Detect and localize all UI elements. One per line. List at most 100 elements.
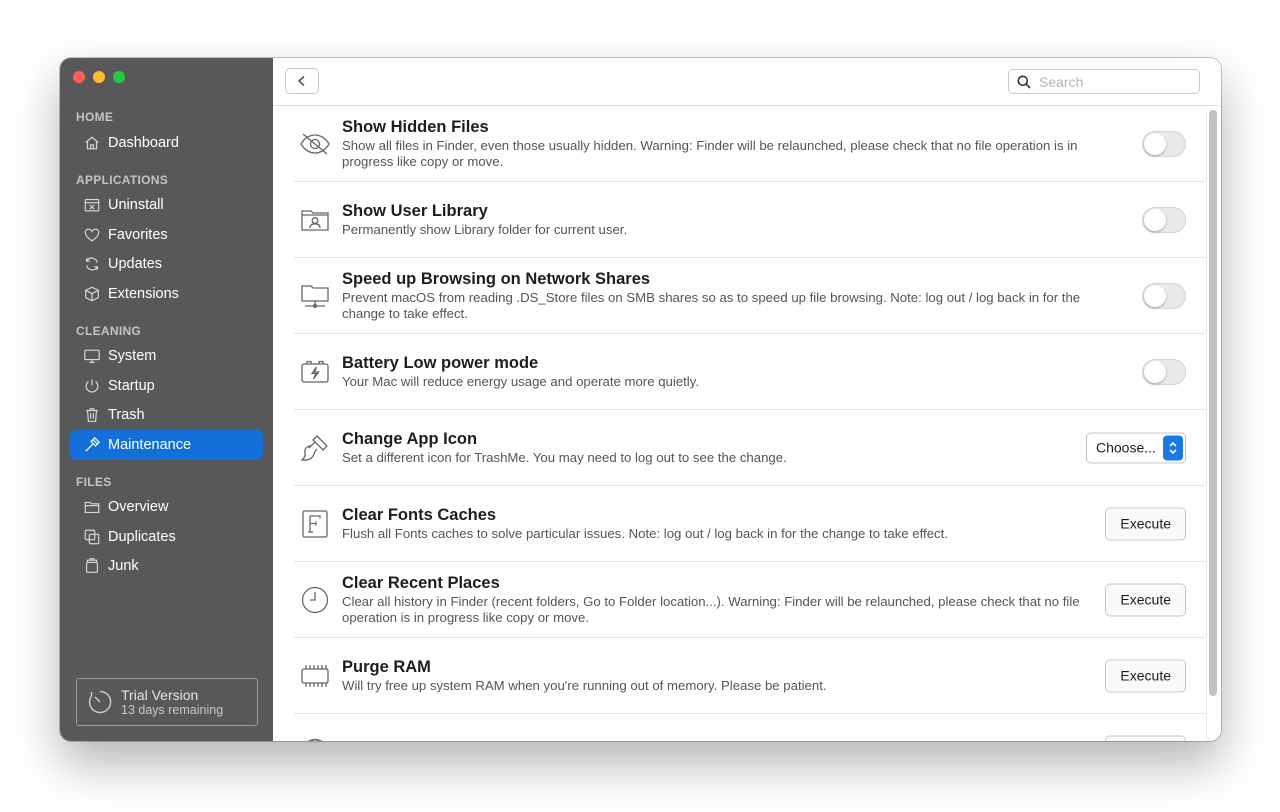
row-description: Set a different icon for TrashMe. You ma… <box>342 449 787 465</box>
sidebar-item-label: Overview <box>108 499 169 516</box>
row-title: Show User Library <box>342 201 488 220</box>
house-icon <box>82 133 102 153</box>
sidebar-item-dashboard[interactable]: Dashboard <box>70 128 263 158</box>
row-description: Clear all history in Finder (recent fold… <box>342 593 1080 625</box>
sidebar-item-startup[interactable]: Startup <box>70 371 263 401</box>
sidebar: HOME Dashboard APPLICATIONS Uninstall Favori… <box>60 58 273 741</box>
sidebar-section-title: APPLICATIONS <box>76 172 169 187</box>
junk-box-icon <box>82 556 102 576</box>
toggle-knob <box>1144 360 1166 383</box>
sidebar-item-uninstall[interactable]: Uninstall <box>70 191 263 221</box>
row-text: Battery Low power mode Your Mac will redu… <box>342 354 1125 390</box>
sidebar-item-trash[interactable]: Trash <box>70 401 263 431</box>
sidebar-item-label: Uninstall <box>108 197 164 214</box>
row-description: Permanently show Library folder for curr… <box>342 221 628 237</box>
maintenance-row: Purge RAM Will try free up system RAM whe… <box>294 638 1205 714</box>
maintenance-list: Show Hidden Files Show all files in Finde… <box>273 106 1205 741</box>
sidebar-item-label: Startup <box>108 377 155 394</box>
execute-button[interactable]: Execute <box>1105 507 1186 540</box>
clock-icon <box>298 583 332 617</box>
row-title: Clear Fonts Caches <box>342 505 497 524</box>
maintenance-row: Show Hidden Files Show all files in Finde… <box>294 106 1205 182</box>
app-window: HOME Dashboard APPLICATIONS Uninstall Favori… <box>60 58 1221 741</box>
execute-button[interactable]: Execute <box>1105 659 1186 692</box>
row-title: Change App Icon <box>342 429 478 448</box>
row-title: Speed up Browsing on Network Shares <box>342 269 651 288</box>
uninstall-icon <box>82 195 102 215</box>
network-monitor-icon <box>298 279 332 313</box>
row-description: Your Mac will reduce energy usage and op… <box>342 373 700 389</box>
search-input[interactable] <box>1039 73 1179 90</box>
sidebar-item-extensions[interactable]: Extensions <box>70 279 263 309</box>
globe-icon <box>298 735 332 741</box>
sidebar-item-overview[interactable]: Overview <box>70 493 263 523</box>
search-field[interactable] <box>1008 69 1200 94</box>
sidebar-item-duplicates[interactable]: Duplicates <box>70 522 263 552</box>
trial-version-panel[interactable]: Trial Version 13 days remaining <box>76 678 258 726</box>
toolbar <box>273 58 1221 106</box>
row-description: Prevent macOS from reading .DS_Store fil… <box>342 289 1081 321</box>
sidebar-item-system[interactable]: System <box>70 342 263 372</box>
main-content: Show Hidden FilesShow all files in Finde… <box>273 58 1221 741</box>
refresh-icon <box>82 254 102 274</box>
toggle-switch[interactable] <box>1142 358 1186 385</box>
zoom-window-button[interactable] <box>113 71 125 83</box>
scrollbar[interactable] <box>1206 110 1219 741</box>
toggle-switch[interactable] <box>1142 206 1186 233</box>
execute-button[interactable]: Execute <box>1105 735 1186 741</box>
toggle-knob <box>1144 208 1166 231</box>
maintenance-row: Speed up Browsing on Network Shares Preve… <box>294 258 1205 334</box>
sidebar-item-junk[interactable]: Junk <box>70 552 263 582</box>
sidebar-item-favorites[interactable]: Favorites <box>70 220 263 250</box>
back-button[interactable] <box>285 68 319 94</box>
sidebar-section-title: HOME <box>76 110 114 124</box>
row-description: Show all files in Finder, even those usu… <box>342 137 1078 169</box>
row-text: Clear Recent Places Clear all history in … <box>342 574 1125 626</box>
sidebar-item-label: Duplicates <box>108 528 176 545</box>
sidebar-item-label: Extensions <box>108 285 179 302</box>
hammer-icon <box>82 435 102 455</box>
sidebar-item-label: Junk <box>108 558 139 575</box>
cube-icon <box>82 284 102 304</box>
sidebar-item-label: Dashboard <box>108 134 179 151</box>
user-folder-icon <box>298 203 332 237</box>
toggle-switch[interactable] <box>1142 282 1186 309</box>
row-title: Battery Low power mode <box>342 353 539 372</box>
row-text: Show Hidden Files Show all files in Finde… <box>342 118 1125 170</box>
timer-icon <box>88 690 112 714</box>
row-text: Purge RAM Will try free up system RAM whe… <box>342 658 1125 694</box>
sidebar-section-title: CLEANING <box>76 323 142 338</box>
sidebar-item-label: Updates <box>108 256 163 273</box>
maintenance-row: Clear Fonts Caches Flush all Fonts caches… <box>294 486 1205 562</box>
sidebar-item-updates[interactable]: Updates <box>70 250 263 280</box>
minimize-window-button[interactable] <box>93 71 105 83</box>
row-title: Show Hidden Files <box>342 117 489 136</box>
maintenance-row: Change App Icon Set a different icon for … <box>294 410 1205 486</box>
maintenance-row: Clear Recent Places Clear all history in … <box>294 562 1205 638</box>
sidebar-item-label: Favorites <box>108 226 168 243</box>
sidebar-item-maintenance[interactable]: Maintenance <box>70 430 263 460</box>
toggle-switch[interactable] <box>1142 130 1186 157</box>
maintenance-row: Clear DNS CacheExecute <box>294 714 1205 741</box>
duplicate-icon <box>82 527 102 547</box>
row-text: Show User Library Permanently show Librar… <box>342 202 1125 238</box>
row-title: Purge RAM <box>342 657 431 676</box>
scrollbar-thumb[interactable] <box>1209 110 1217 696</box>
select-value: Choose... <box>1096 439 1156 456</box>
row-description: Will try free up system RAM when you're … <box>342 677 827 693</box>
maintenance-row: Show User Library Permanently show Librar… <box>294 182 1205 258</box>
toggle-knob <box>1144 132 1166 155</box>
eye-slash-icon <box>298 127 332 161</box>
sidebar-item-label: Trash <box>108 407 145 424</box>
close-window-button[interactable] <box>73 71 85 83</box>
trial-days-remaining: 13 days remaining <box>121 703 224 717</box>
toggle-knob <box>1144 284 1166 307</box>
choose-icon-select[interactable]: Choose... <box>1086 432 1186 463</box>
paintbrush-icon <box>298 431 332 465</box>
execute-button[interactable]: Execute <box>1105 583 1186 616</box>
sidebar-nav: HOME Dashboard APPLICATIONS Uninstall Favori… <box>60 106 273 581</box>
battery-bolt-icon <box>298 355 332 389</box>
row-text: Change App Icon Set a different icon for … <box>342 430 1125 466</box>
chevron-left-icon <box>297 75 305 87</box>
maintenance-row: Battery Low power mode Your Mac will redu… <box>294 334 1205 410</box>
